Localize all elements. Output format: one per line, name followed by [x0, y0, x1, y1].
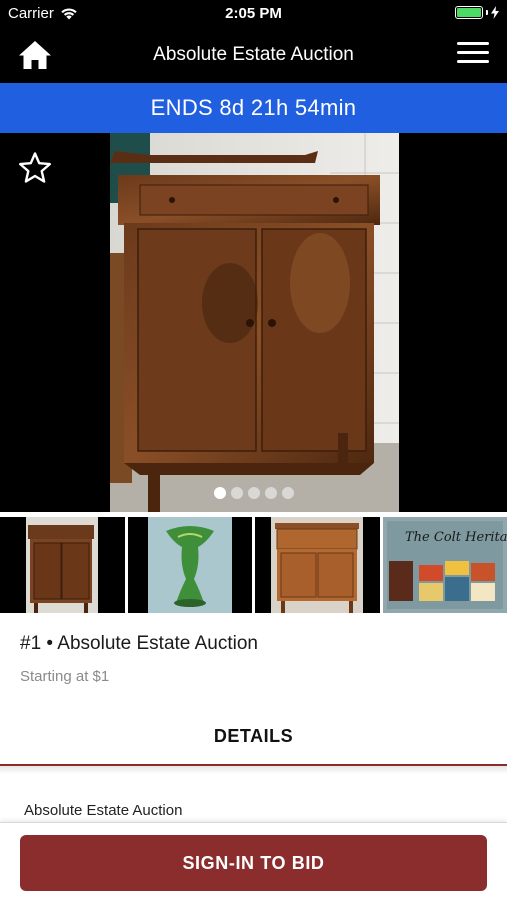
sign-in-to-bid-button[interactable]: SIGN-IN TO BID — [20, 835, 487, 891]
description-text: Absolute Estate Auction — [24, 802, 183, 819]
cabinet-photo — [110, 133, 399, 512]
thumbnail-book[interactable]: The Colt Heritage — [382, 517, 507, 613]
divider — [0, 766, 507, 774]
thumbnail-cabinet[interactable] — [0, 517, 125, 613]
battery-icon — [455, 6, 483, 19]
nav-bar: Absolute Estate Auction — [0, 28, 507, 83]
carousel-dot[interactable] — [230, 487, 243, 499]
carousel-page-indicator[interactable] — [0, 487, 507, 499]
carousel-dot[interactable] — [213, 487, 226, 499]
status-time: 2:05 PM — [225, 5, 282, 22]
status-bar: Carrier 2:05 PM — [0, 0, 507, 28]
lot-title: #1 • Absolute Estate Auction — [20, 633, 258, 654]
carousel-dot[interactable] — [247, 487, 260, 499]
thumbnail-vase[interactable] — [127, 517, 252, 613]
tab-details[interactable]: DETAILS — [0, 718, 507, 766]
bottom-action-bar: SIGN-IN TO BID — [0, 822, 507, 900]
auction-end-countdown: ENDS 8d 21h 54min — [0, 83, 507, 133]
starting-price: Starting at $1 — [20, 668, 110, 685]
svg-text:The Colt Heritage: The Colt Heritage — [405, 530, 507, 545]
thumbnail-strip: The Colt Heritage — [0, 517, 507, 613]
lot-image-carousel[interactable] — [0, 133, 507, 512]
carousel-dot[interactable] — [281, 487, 294, 499]
hamburger-menu-icon[interactable] — [457, 42, 489, 68]
star-outline-icon[interactable] — [18, 151, 52, 185]
cabinet-illustration — [110, 133, 399, 512]
carousel-dot[interactable] — [264, 487, 277, 499]
nav-title: Absolute Estate Auction — [153, 44, 354, 65]
thumbnail-sideboard[interactable] — [255, 517, 380, 613]
charging-bolt-icon — [491, 6, 499, 19]
battery-group — [455, 6, 499, 19]
